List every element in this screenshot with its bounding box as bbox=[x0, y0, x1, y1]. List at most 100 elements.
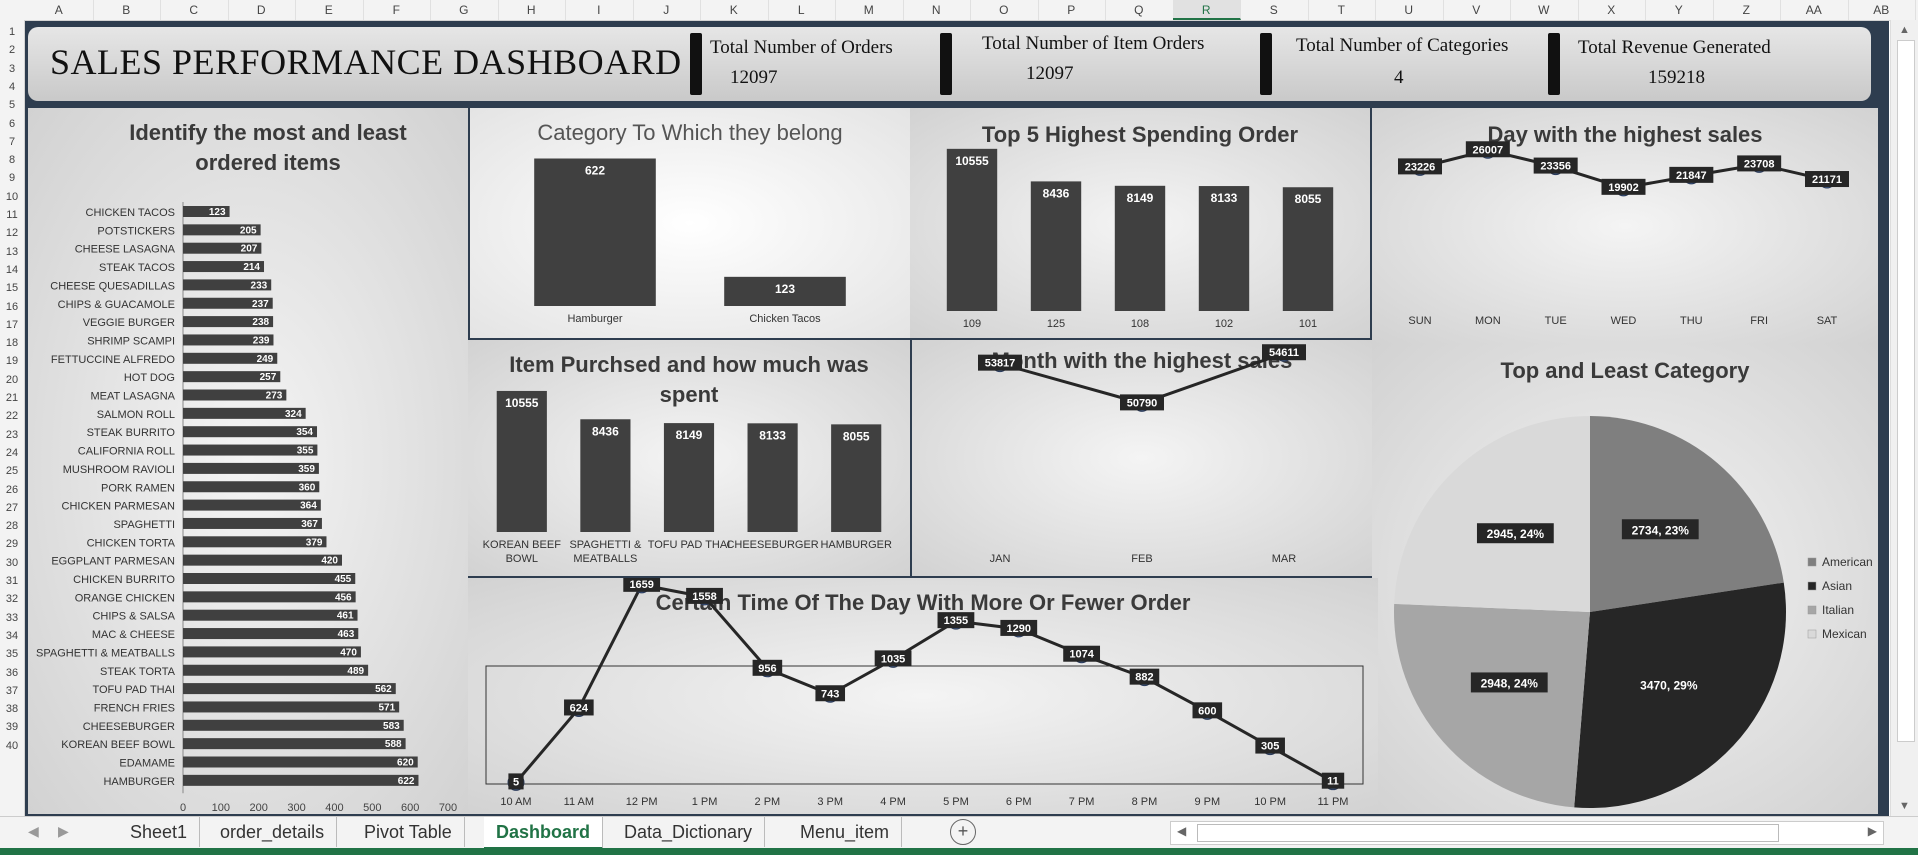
row-header-19[interactable]: 19 bbox=[0, 355, 24, 367]
category-label: SALMON ROLL bbox=[97, 409, 175, 421]
column-header-c[interactable]: C bbox=[160, 0, 229, 20]
tab-scroll-right-icon[interactable]: ▶ bbox=[58, 823, 69, 840]
row-header-17[interactable]: 17 bbox=[0, 319, 24, 331]
row-header-32[interactable]: 32 bbox=[0, 593, 24, 605]
column-header-p[interactable]: P bbox=[1038, 0, 1106, 20]
horizontal-scrollbar[interactable]: ◀ ▶ bbox=[1170, 821, 1884, 845]
row-header-28[interactable]: 28 bbox=[0, 520, 24, 532]
column-header-y[interactable]: Y bbox=[1645, 0, 1714, 20]
column-header-o[interactable]: O bbox=[970, 0, 1039, 20]
column-header-d[interactable]: D bbox=[228, 0, 296, 20]
column-header-g[interactable]: G bbox=[430, 0, 499, 20]
row-header-8[interactable]: 8 bbox=[0, 154, 24, 166]
column-header-r[interactable]: R bbox=[1172, 0, 1241, 20]
tab-order-details[interactable]: order_details bbox=[208, 817, 338, 847]
category-label: TOFU PAD THAI bbox=[92, 684, 175, 696]
row-header-36[interactable]: 36 bbox=[0, 667, 24, 679]
row-header-26[interactable]: 26 bbox=[0, 484, 24, 496]
row-header-4[interactable]: 4 bbox=[0, 81, 24, 93]
tab-sheet1[interactable]: Sheet1 bbox=[118, 817, 201, 847]
row-header-40[interactable]: 40 bbox=[0, 740, 24, 752]
column-header-f[interactable]: F bbox=[363, 0, 431, 20]
row-header-24[interactable]: 24 bbox=[0, 447, 24, 459]
row-header-1[interactable]: 1 bbox=[0, 26, 24, 38]
column-header-u[interactable]: U bbox=[1375, 0, 1444, 20]
row-header-25[interactable]: 25 bbox=[0, 465, 24, 477]
category-label: 10 AM bbox=[500, 796, 531, 808]
category-label: SPAGHETTI & MEATBALLS bbox=[36, 647, 175, 659]
row-header-13[interactable]: 13 bbox=[0, 246, 24, 258]
category-label: CHIPS & SALSA bbox=[92, 611, 175, 623]
kpi-value: 159218 bbox=[1648, 67, 1705, 88]
column-header-a[interactable]: A bbox=[25, 0, 94, 20]
row-header-9[interactable]: 9 bbox=[0, 172, 24, 184]
tab-dashboard[interactable]: Dashboard bbox=[484, 817, 604, 850]
column-header-x[interactable]: X bbox=[1578, 0, 1646, 20]
column-header-l[interactable]: L bbox=[768, 0, 836, 20]
horizontal-scroll-thumb[interactable] bbox=[1197, 824, 1779, 842]
column-header-k[interactable]: K bbox=[700, 0, 769, 20]
category-label: CALIFORNIA ROLL bbox=[78, 446, 175, 458]
column-header-i[interactable]: I bbox=[565, 0, 634, 20]
row-header-29[interactable]: 29 bbox=[0, 538, 24, 550]
data-label: 379 bbox=[306, 537, 323, 548]
vertical-scrollbar[interactable]: ▲ ▼ bbox=[1890, 20, 1918, 820]
data-label: 3470, 29% bbox=[1640, 679, 1698, 693]
row-header-2[interactable]: 2 bbox=[0, 44, 24, 56]
row-header-12[interactable]: 12 bbox=[0, 227, 24, 239]
row-header-34[interactable]: 34 bbox=[0, 630, 24, 642]
row-header-33[interactable]: 33 bbox=[0, 612, 24, 624]
row-header-5[interactable]: 5 bbox=[0, 99, 24, 111]
row-header-14[interactable]: 14 bbox=[0, 264, 24, 276]
column-header-j[interactable]: J bbox=[633, 0, 701, 20]
column-header-s[interactable]: S bbox=[1240, 0, 1309, 20]
category-label: 3 PM bbox=[817, 796, 843, 808]
row-header-38[interactable]: 38 bbox=[0, 703, 24, 715]
column-header-v[interactable]: V bbox=[1443, 0, 1511, 20]
row-header-20[interactable]: 20 bbox=[0, 374, 24, 386]
row-header-10[interactable]: 10 bbox=[0, 191, 24, 203]
scroll-down-icon[interactable]: ▼ bbox=[1899, 800, 1910, 812]
row-header-27[interactable]: 27 bbox=[0, 502, 24, 514]
row-header-15[interactable]: 15 bbox=[0, 282, 24, 294]
row-header-31[interactable]: 31 bbox=[0, 575, 24, 587]
column-header-q[interactable]: Q bbox=[1105, 0, 1174, 20]
column-header-n[interactable]: N bbox=[903, 0, 971, 20]
row-header-6[interactable]: 6 bbox=[0, 118, 24, 130]
row-header-35[interactable]: 35 bbox=[0, 648, 24, 660]
data-label: 470 bbox=[340, 647, 357, 658]
row-header-11[interactable]: 11 bbox=[0, 209, 24, 221]
row-header-7[interactable]: 7 bbox=[0, 136, 24, 148]
column-header-m[interactable]: M bbox=[835, 0, 904, 20]
add-sheet-icon[interactable]: + bbox=[950, 819, 976, 845]
row-header-3[interactable]: 3 bbox=[0, 63, 24, 75]
pie-slice bbox=[1590, 416, 1784, 612]
tab-scroll-left-icon[interactable]: ◀ bbox=[28, 823, 39, 840]
row-header-21[interactable]: 21 bbox=[0, 392, 24, 404]
column-header-e[interactable]: E bbox=[295, 0, 364, 20]
scroll-right-icon[interactable]: ▶ bbox=[1868, 824, 1877, 838]
column-header-z[interactable]: Z bbox=[1713, 0, 1781, 20]
tab-data-dictionary[interactable]: Data_Dictionary bbox=[612, 817, 766, 847]
row-header-37[interactable]: 37 bbox=[0, 685, 24, 697]
scroll-up-icon[interactable]: ▲ bbox=[1899, 24, 1910, 36]
row-header-23[interactable]: 23 bbox=[0, 429, 24, 441]
column-header-t[interactable]: T bbox=[1308, 0, 1376, 20]
row-header-22[interactable]: 22 bbox=[0, 410, 24, 422]
row-header-39[interactable]: 39 bbox=[0, 721, 24, 733]
column-header-b[interactable]: B bbox=[93, 0, 161, 20]
scroll-left-icon[interactable]: ◀ bbox=[1177, 824, 1186, 838]
column-header-h[interactable]: H bbox=[498, 0, 566, 20]
category-label: 101 bbox=[1299, 318, 1317, 330]
row-header-18[interactable]: 18 bbox=[0, 337, 24, 349]
row-header-16[interactable]: 16 bbox=[0, 301, 24, 313]
row-header-30[interactable]: 30 bbox=[0, 557, 24, 569]
tab-menu-item[interactable]: Menu_item bbox=[788, 817, 903, 847]
column-header-w[interactable]: W bbox=[1510, 0, 1579, 20]
column-header-ab[interactable]: AB bbox=[1848, 0, 1916, 20]
category-label: 6 PM bbox=[1006, 796, 1032, 808]
scroll-thumb[interactable] bbox=[1897, 40, 1915, 742]
column-header-aa[interactable]: AA bbox=[1780, 0, 1849, 20]
data-label: 355 bbox=[297, 446, 314, 457]
tab-pivot-table[interactable]: Pivot Table bbox=[352, 817, 465, 847]
